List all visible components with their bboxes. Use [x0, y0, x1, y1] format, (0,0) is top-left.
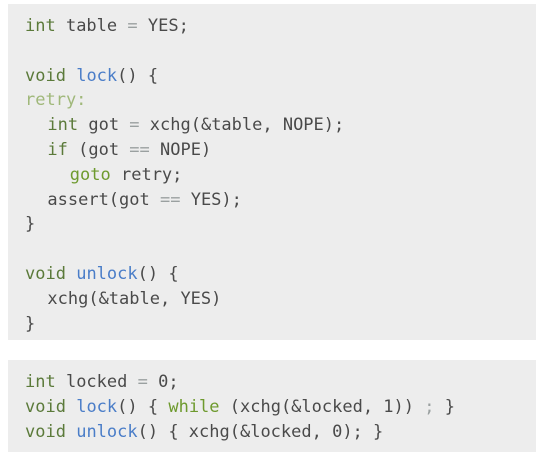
- code-token: void: [25, 264, 66, 284]
- code-token: void: [25, 421, 66, 442]
- code-token: table: [55, 16, 128, 36]
- code-line: assert(got == YES);: [47, 190, 242, 210]
- code-token: }: [25, 313, 36, 334]
- code-token: void: [25, 65, 66, 86]
- code-token: () {: [117, 65, 159, 86]
- code-token: () {: [117, 396, 169, 417]
- code-token: (xchg(&locked, 1)): [219, 396, 425, 417]
- code-line: if (got == NOPE): [47, 140, 211, 160]
- code-line: goto retry;: [70, 165, 183, 185]
- code-token: =: [137, 372, 148, 392]
- code-token: int: [25, 16, 56, 36]
- code-line: xchg(&table, YES): [47, 289, 221, 309]
- code-line: retry:: [25, 90, 86, 110]
- code-token: YES;: [137, 16, 189, 36]
- code-token: =: [127, 16, 138, 36]
- code-token: NOPE): [149, 140, 212, 160]
- code-token: unlock: [76, 421, 138, 442]
- code-token: int: [25, 372, 56, 392]
- code-token: int: [47, 115, 79, 136]
- code-token: while: [168, 396, 220, 417]
- code-block-xchg-lock: int locked = 0; void lock() { while (xchg…: [8, 360, 536, 452]
- code-line: void lock() { while (xchg(&locked, 1)) ;…: [25, 397, 455, 417]
- code-line: int got = xchg(&table, NOPE);: [47, 115, 344, 135]
- code-token: xchg(&table, YES): [47, 288, 222, 309]
- code-token: () {: [137, 264, 179, 284]
- code-token: lock: [76, 396, 118, 417]
- code-token: got: [78, 115, 130, 136]
- code-line: int locked = 0;: [25, 372, 179, 392]
- code-token: 0;: [147, 372, 179, 392]
- code-token: retry;: [110, 164, 183, 185]
- code-token: () { xchg(&locked, 0); }: [137, 421, 384, 442]
- code-line: void unlock() {: [25, 264, 179, 284]
- code-token: locked: [55, 372, 138, 392]
- code-token: if: [47, 140, 68, 160]
- code-token: assert(got: [47, 189, 160, 210]
- code-line: }: [25, 214, 35, 234]
- code-token: ;: [424, 396, 435, 417]
- code-block-spinlock: int table = YES; void lock() {retry: int g…: [8, 4, 536, 340]
- code-token: }: [434, 396, 455, 417]
- code-line: void lock() {: [25, 66, 158, 86]
- code-token: (got: [67, 140, 130, 160]
- code-token: void: [25, 396, 66, 417]
- code-slide: int table = YES; void lock() {retry: int g…: [0, 0, 541, 459]
- code-line: int table = YES;: [25, 16, 189, 36]
- code-line: }: [25, 314, 35, 334]
- code-line: void unlock() { xchg(&locked, 0); }: [25, 422, 383, 442]
- code-token: lock: [76, 65, 118, 86]
- code-token: unlock: [76, 264, 138, 284]
- code-token: }: [25, 214, 36, 235]
- code-token: xchg(&table, NOPE);: [139, 115, 345, 136]
- code-token: retry:: [25, 90, 87, 111]
- code-token: YES);: [180, 189, 242, 210]
- code-token: ==: [159, 189, 181, 210]
- code-token: =: [129, 115, 140, 136]
- code-token: goto: [69, 164, 111, 185]
- code-token: ==: [129, 140, 150, 160]
